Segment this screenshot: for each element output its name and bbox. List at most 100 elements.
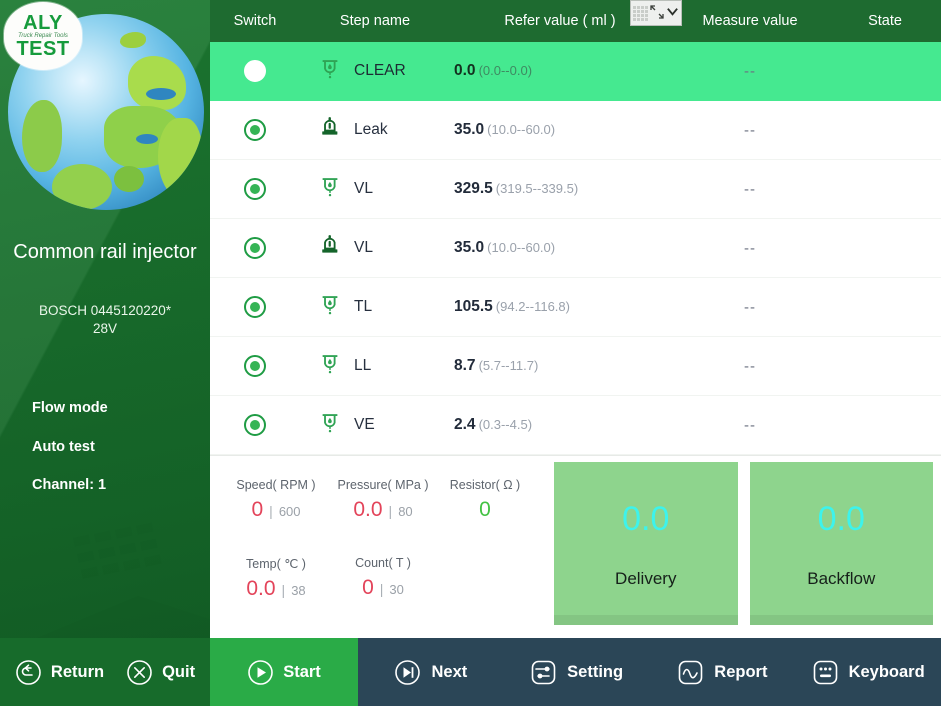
next-button[interactable]: Next <box>358 638 504 706</box>
injector-spray-icon <box>318 411 342 439</box>
gauge-limit: 80 <box>398 504 413 519</box>
measure-value: -- <box>744 121 756 139</box>
quit-button[interactable]: Quit <box>126 659 195 686</box>
ime-toolbar[interactable] <box>630 0 682 26</box>
column-header-switch: Switch <box>233 13 277 29</box>
column-header-measure-value: Measure value <box>702 13 798 29</box>
gauge-separator: | <box>379 581 384 597</box>
device-name: Common rail injector <box>13 241 197 263</box>
table-row[interactable]: Leak 35.0 (10.0--60.0) -- <box>210 101 941 160</box>
table-row[interactable]: VL 35.0 (10.0--60.0) -- <box>210 219 941 278</box>
row-switch-cell <box>210 355 300 377</box>
keyboard-button[interactable]: Keyboard <box>795 638 941 706</box>
column-header-state: State <box>868 13 902 29</box>
step-name-label: CLEAR <box>354 62 406 79</box>
flow-panel-value: 0.0 <box>622 499 670 538</box>
injector-leak-icon <box>322 117 338 135</box>
step-radio-toggle[interactable] <box>244 296 266 318</box>
injector-leak-icon <box>318 116 342 144</box>
gauge: Temp( ℃ ) 0.0 | 38 <box>216 556 336 601</box>
step-radio-toggle[interactable] <box>244 414 266 436</box>
gauge-readout: 0 | 600 <box>216 498 336 522</box>
row-refer-cell: 35.0 (10.0--60.0) <box>450 121 670 139</box>
device-code: BOSCH 0445120220* 28V <box>38 303 172 336</box>
refer-value: 2.4 <box>454 416 476 433</box>
row-switch-cell <box>210 414 300 436</box>
steps-table: CLEAR 0.0 (0.0--0.0) -- Leak 35.0 (10.0--60.0)… <box>210 42 941 455</box>
measure-value: -- <box>744 62 756 80</box>
gauge-separator: | <box>281 582 286 598</box>
row-switch-cell <box>210 237 300 259</box>
measure-value: -- <box>744 180 756 198</box>
skip-forward-icon <box>394 659 421 686</box>
refer-value: 8.7 <box>454 357 476 374</box>
table-row[interactable]: TL 105.5 (94.2--116.8) -- <box>210 278 941 337</box>
injector-spray-icon <box>318 175 342 203</box>
row-step-cell: VE <box>300 411 450 439</box>
flow-panel-value: 0.0 <box>817 499 865 538</box>
quit-label: Quit <box>162 662 196 681</box>
flow-panel[interactable]: 0.0 Backflow <box>749 462 933 625</box>
gauge-title: Pressure( MPa ) <box>337 478 429 492</box>
keyboard-watermark-icon <box>37 522 210 638</box>
expand-arrows-icon[interactable] <box>650 4 664 22</box>
setting-button[interactable]: Setting <box>504 638 650 706</box>
row-switch-cell <box>210 178 300 200</box>
injector-spray-icon <box>322 178 338 197</box>
sidebar: ALY Truck Repair Tools TEST Common rail … <box>0 0 210 638</box>
gauge-readout: 0 | 30 <box>322 576 444 600</box>
gauge-readout: 0 <box>430 498 540 522</box>
table-row[interactable]: CLEAR 0.0 (0.0--0.0) -- <box>210 42 941 101</box>
refer-value: 0.0 <box>454 62 476 79</box>
sidebar-item-channel[interactable]: Channel: 1 <box>32 477 106 493</box>
logo-title-primary: ALY <box>23 11 63 34</box>
row-refer-cell: 105.5 (94.2--116.8) <box>450 298 670 316</box>
upper-region: ALY Truck Repair Tools TEST Common rail … <box>0 0 941 638</box>
gauge-value: 0.0 <box>353 498 383 521</box>
gauge-separator: | <box>388 503 393 519</box>
table-row[interactable]: VE 2.4 (0.3--4.5) -- <box>210 396 941 455</box>
refer-range: (10.0--60.0) <box>487 122 556 137</box>
step-name-label: VL <box>354 239 373 256</box>
table-row[interactable]: VL 329.5 (319.5--339.5) -- <box>210 160 941 219</box>
report-button[interactable]: Report <box>650 638 796 706</box>
return-button[interactable]: Return <box>15 659 104 686</box>
gauge-value: 0 <box>479 498 491 521</box>
injector-test-app: ALY Truck Repair Tools TEST Common rail … <box>0 0 941 706</box>
step-radio-toggle[interactable] <box>244 355 266 377</box>
return-label: Return <box>50 662 105 681</box>
gauge-value: 0.0 <box>246 577 276 600</box>
gauge-limit: 30 <box>389 582 404 597</box>
gauge: Speed( RPM ) 0 | 600 <box>216 478 336 522</box>
row-switch-cell <box>210 119 300 141</box>
sidebar-item-flow-mode[interactable]: Flow mode <box>32 400 108 416</box>
gauge-title: Count( T ) <box>355 556 411 570</box>
refer-range: (10.0--60.0) <box>487 240 556 255</box>
gauge-readout: 0.0 | 38 <box>216 577 336 601</box>
refer-value: 329.5 <box>454 180 493 197</box>
table-header: Switch Step name Refer value ( ml ) Meas… <box>210 0 941 42</box>
sidebar-item-auto-test[interactable]: Auto test <box>32 439 95 455</box>
sliders-icon <box>530 659 557 686</box>
injector-leak-icon <box>318 234 342 262</box>
bottom-right-group: Next Setting Report Keyboard <box>358 638 941 706</box>
gauge-value: 0 <box>362 576 374 599</box>
gauge-title: Speed( RPM ) <box>236 478 316 492</box>
step-radio-toggle[interactable] <box>244 119 266 141</box>
refer-range: (94.2--116.8) <box>495 299 570 314</box>
step-radio-toggle[interactable] <box>244 237 266 259</box>
start-button[interactable]: Start <box>210 638 358 706</box>
gauge: Resistor( Ω ) 0 <box>430 478 540 522</box>
row-refer-cell: 35.0 (10.0--60.0) <box>450 239 670 257</box>
keyboard-grid-icon[interactable] <box>633 5 648 21</box>
chevron-down-icon[interactable] <box>666 5 679 21</box>
injector-spray-icon <box>322 355 338 374</box>
step-name-label: VL <box>354 180 373 197</box>
step-name-label: Leak <box>354 121 388 138</box>
step-radio-toggle[interactable] <box>244 178 266 200</box>
step-radio-toggle[interactable] <box>244 60 266 82</box>
main-content: Switch Step name Refer value ( ml ) Meas… <box>210 0 941 638</box>
measure-value: -- <box>744 239 756 257</box>
table-row[interactable]: LL 8.7 (5.7--11.7) -- <box>210 337 941 396</box>
flow-panel[interactable]: 0.0 Delivery <box>554 462 738 625</box>
